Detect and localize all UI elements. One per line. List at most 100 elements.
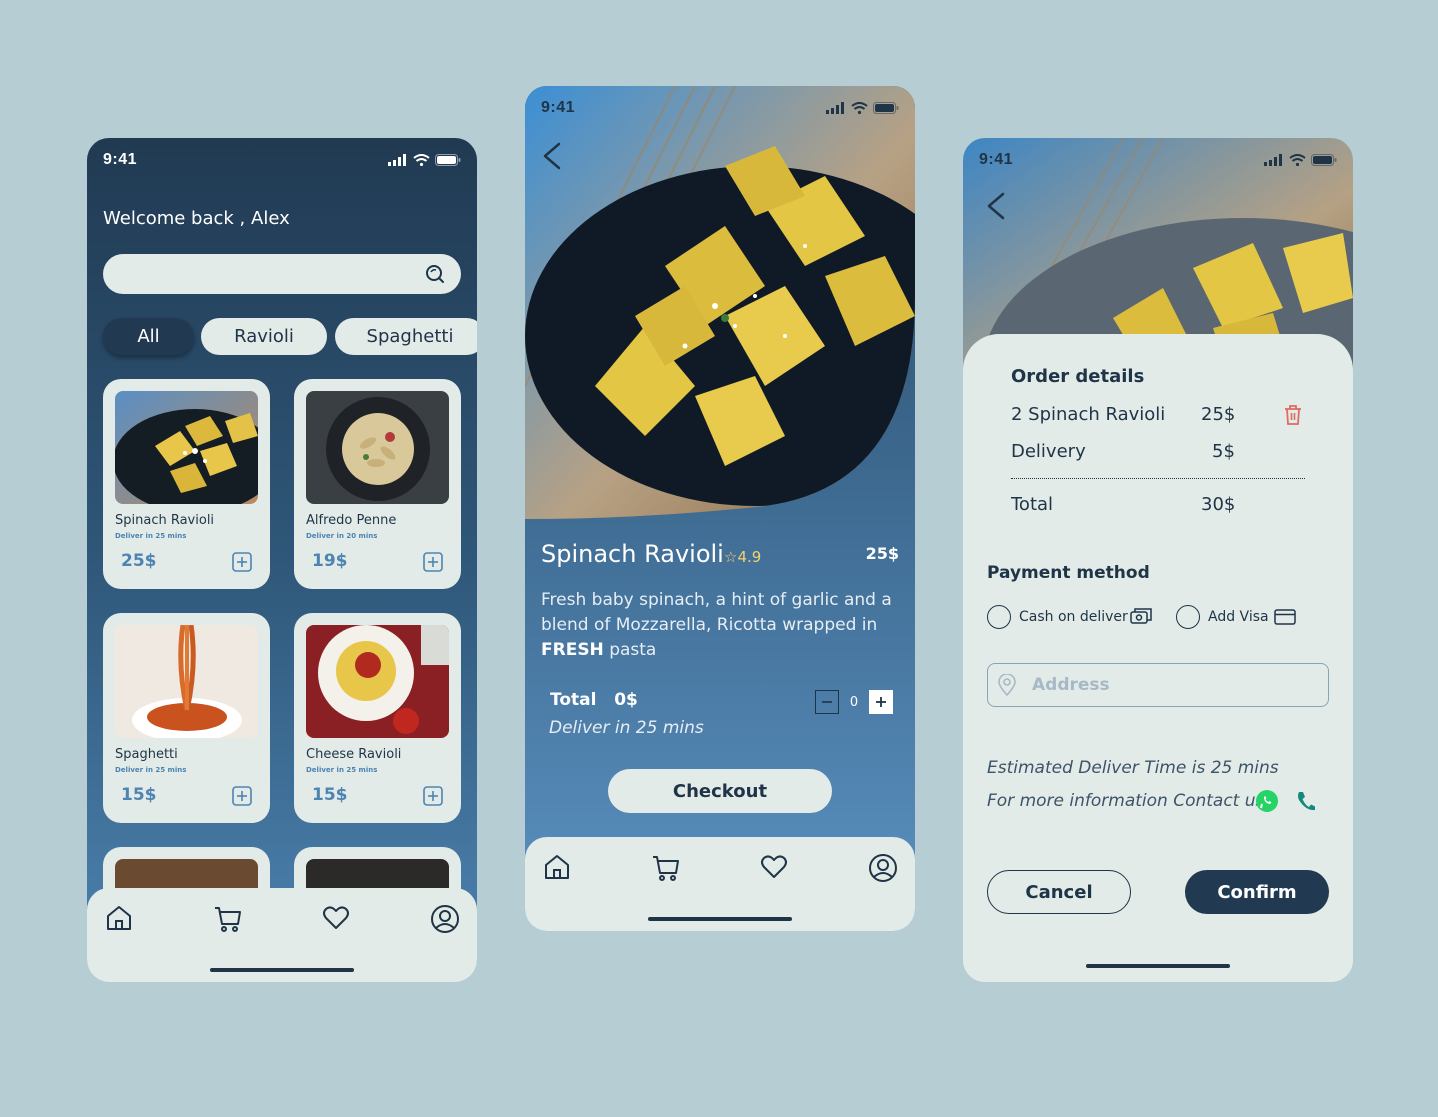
search-icon[interactable]: [425, 264, 445, 284]
profile-icon[interactable]: [430, 904, 460, 934]
card-price: 15$: [121, 785, 157, 805]
total-value: 0$: [614, 690, 638, 710]
battery-icon: [873, 102, 899, 114]
plus-square-icon: [876, 697, 886, 707]
welcome-text: Welcome back , Alex: [103, 208, 290, 229]
total-row: Total 0$: [550, 690, 638, 710]
divider: [1011, 478, 1305, 479]
desc-bold: FRESH: [541, 640, 604, 660]
desc-end: pasta: [609, 640, 657, 660]
estimated-time: Estimated Deliver Time is 25 mins: [987, 758, 1279, 778]
trash-icon[interactable]: [1283, 404, 1303, 426]
heart-icon[interactable]: [322, 904, 350, 932]
cart-icon[interactable]: [651, 853, 681, 883]
visa-label: Add Visa: [1208, 609, 1269, 625]
status-time: 9:41: [979, 151, 1014, 168]
food-card-spinach-ravioli[interactable]: Spinach Ravioli Deliver in 25 mins 25$: [103, 379, 270, 589]
status-time: 9:41: [103, 151, 138, 168]
whatsapp-icon[interactable]: [1255, 789, 1279, 813]
payment-method-heading: Payment method: [987, 563, 1150, 583]
card-name: Cheese Ravioli: [306, 747, 402, 762]
order-item-price: 25$: [1201, 404, 1236, 425]
quantity-stepper: 0: [815, 690, 893, 714]
plus-square-icon[interactable]: [232, 786, 252, 806]
search-input[interactable]: [103, 254, 461, 294]
home-indicator: [210, 968, 354, 972]
food-card-spaghetti[interactable]: Spaghetti Deliver in 25 mins 15$: [103, 613, 270, 823]
cart-icon[interactable]: [213, 904, 243, 934]
status-time: 9:41: [541, 99, 576, 116]
phone-icon[interactable]: [1296, 790, 1316, 812]
cash-icon: [1130, 608, 1152, 624]
card-delivery: Deliver in 20 mins: [306, 532, 378, 540]
order-item-label: 2 Spinach Ravioli: [1011, 404, 1166, 425]
increase-button[interactable]: [869, 690, 893, 714]
minus-square-icon: [822, 701, 832, 703]
bottom-nav: [87, 888, 477, 982]
dish-description: Fresh baby spinach, a hint of garlic and…: [541, 588, 901, 663]
card-delivery: Deliver in 25 mins: [306, 766, 378, 774]
status-bar: 9:41: [525, 86, 915, 130]
detail-screen: 9:41 Spinach Ravioli ☆4.9 25$ Fresh baby…: [525, 86, 915, 931]
status-bar: 9:41: [87, 138, 477, 182]
desc-main: Fresh baby spinach, a hint of garlic and…: [541, 590, 892, 635]
back-arrow-icon[interactable]: [541, 142, 565, 170]
wifi-icon: [851, 102, 868, 114]
home-icon[interactable]: [105, 904, 133, 932]
wifi-icon: [413, 154, 430, 166]
food-card-alfredo-penne[interactable]: Alfredo Penne Deliver in 20 mins 19$: [294, 379, 461, 589]
chip-spaghetti[interactable]: Spaghetti: [335, 318, 477, 355]
plus-square-icon[interactable]: [423, 552, 443, 572]
profile-icon[interactable]: [868, 853, 898, 883]
back-arrow-icon[interactable]: [985, 192, 1009, 220]
status-bar: 9:41: [963, 138, 1353, 182]
dish-title: Spinach Ravioli: [541, 540, 724, 568]
chip-all[interactable]: All: [103, 318, 194, 355]
plus-square-icon[interactable]: [232, 552, 252, 572]
alfredo-penne-image: [306, 391, 449, 504]
home-indicator: [648, 917, 792, 921]
delivery-price: 5$: [1212, 441, 1235, 462]
plus-square-icon[interactable]: [423, 786, 443, 806]
card-name: Spaghetti: [115, 747, 178, 762]
food-card-cheese-ravioli[interactable]: Cheese Ravioli Deliver in 25 mins 15$: [294, 613, 461, 823]
card-name: Alfredo Penne: [306, 513, 397, 528]
location-pin-icon: [998, 674, 1016, 696]
heart-icon[interactable]: [760, 853, 788, 881]
chip-ravioli[interactable]: Ravioli: [201, 318, 327, 355]
visa-radio[interactable]: [1176, 605, 1200, 629]
contact-text: For more information Contact us: [987, 791, 1265, 811]
battery-icon: [1311, 154, 1337, 166]
address-input[interactable]: Address: [987, 663, 1329, 707]
address-placeholder: Address: [1032, 675, 1110, 695]
spinach-ravioli-hero-image: [525, 86, 915, 519]
home-screen: 9:41 Welcome back , Alex All Ravioli Spa…: [87, 138, 477, 982]
dish-rating: ☆4.9: [724, 548, 761, 566]
total-label: Total: [550, 690, 597, 710]
delivery-time: Deliver in 25 mins: [549, 718, 704, 738]
card-price: 15$: [312, 785, 348, 805]
signal-icon: [388, 154, 406, 166]
delivery-label: Delivery: [1011, 441, 1086, 462]
card-price: 25$: [121, 551, 157, 571]
card-delivery: Deliver in 25 mins: [115, 532, 187, 540]
signal-icon: [1264, 154, 1282, 166]
confirm-button[interactable]: Confirm: [1185, 870, 1329, 914]
cheese-ravioli-image: [306, 625, 449, 738]
home-icon[interactable]: [543, 853, 571, 881]
star-icon: ☆: [724, 548, 738, 566]
decrease-button[interactable]: [815, 690, 839, 714]
category-chips: All Ravioli Spaghetti: [103, 318, 477, 356]
card-icon: [1274, 609, 1296, 625]
card-price: 19$: [312, 551, 348, 571]
order-details-heading: Order details: [1011, 366, 1145, 387]
wifi-icon: [1289, 154, 1306, 166]
cancel-button[interactable]: Cancel: [987, 870, 1131, 914]
cash-radio[interactable]: [987, 605, 1011, 629]
total-label: Total: [1011, 494, 1054, 515]
card-name: Spinach Ravioli: [115, 513, 215, 528]
dish-price: 25$: [865, 544, 899, 563]
checkout-button[interactable]: Checkout: [608, 769, 832, 813]
bottom-nav: [525, 837, 915, 931]
total-price: 30$: [1201, 494, 1236, 515]
